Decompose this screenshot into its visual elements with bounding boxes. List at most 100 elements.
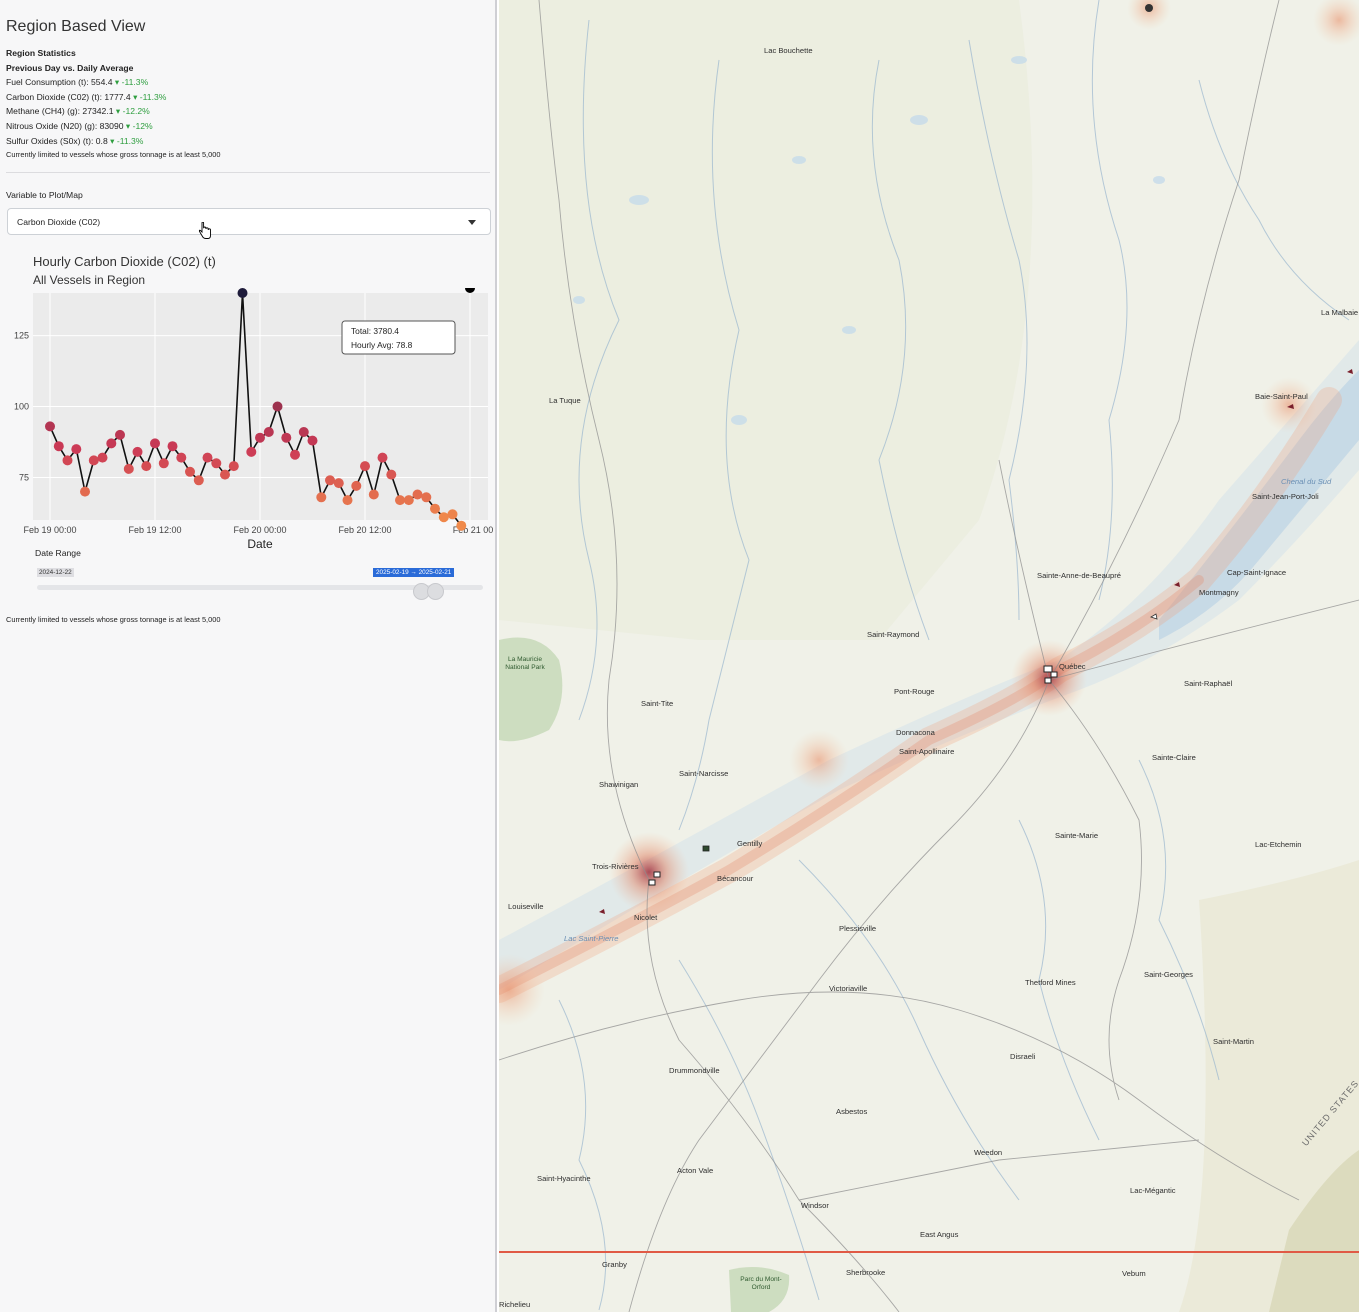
stat-row: Sulfur Oxides (S0x) (t): 0.8 ▾ -11.3% xyxy=(6,134,220,149)
x-tick-label: Feb 19 00:00 xyxy=(23,525,76,535)
chart-tooltip: Total: 3780.4 Hourly Avg: 78.8 xyxy=(341,320,456,355)
map-label-lac-etchemin: Lac-Etchemin xyxy=(1255,840,1302,849)
map-label-saint-apollinaire: Saint-Apollinaire xyxy=(899,747,955,756)
data-point[interactable] xyxy=(281,432,292,443)
data-point[interactable] xyxy=(106,438,117,449)
map-label-saint-georges: Saint-Georges xyxy=(1144,970,1193,979)
stats-subheading: Previous Day vs. Daily Average xyxy=(6,62,134,73)
data-point[interactable] xyxy=(298,427,309,437)
data-point[interactable] xyxy=(237,288,248,298)
map-label-saint-jean-port-joli: Saint-Jean-Port-Joli xyxy=(1252,492,1319,501)
map-label-saint-tite: Saint-Tite xyxy=(641,699,674,708)
map-label-nicolet: Nicolet xyxy=(634,913,658,922)
data-point[interactable] xyxy=(263,427,274,437)
map-label-disraeli: Disraeli xyxy=(1010,1052,1036,1061)
data-point[interactable] xyxy=(438,512,449,523)
data-point[interactable] xyxy=(456,520,467,531)
y-tick-label: 125 xyxy=(14,331,29,341)
stat-label: Methane (CH4) (g): 27342.1 xyxy=(6,106,114,117)
data-point[interactable] xyxy=(307,435,318,446)
chart-title: Hourly Carbon Dioxide (C02) (t) xyxy=(33,254,216,269)
variable-select-value: Carbon Dioxide (C02) xyxy=(17,217,101,227)
data-point[interactable] xyxy=(228,461,239,472)
map-label-thetford-mines: Thetford Mines xyxy=(1025,978,1076,987)
data-point[interactable] xyxy=(132,446,143,457)
data-point[interactable] xyxy=(220,469,230,480)
map-canvas xyxy=(499,0,1359,1312)
data-point[interactable] xyxy=(193,475,204,486)
data-point[interactable] xyxy=(421,492,432,503)
map-label-plessisville: Plessisville xyxy=(839,924,877,933)
sidebar-panel: Region Based View Region Statistics Prev… xyxy=(0,0,497,1312)
data-point[interactable] xyxy=(158,458,169,469)
variable-label: Variable to Plot/Map xyxy=(6,190,83,200)
data-point[interactable] xyxy=(246,446,257,457)
data-point[interactable] xyxy=(403,495,414,506)
date-range-min: 2024-12-22 xyxy=(37,568,74,577)
data-point[interactable] xyxy=(53,441,64,452)
data-point[interactable] xyxy=(88,455,99,466)
data-point[interactable] xyxy=(80,486,90,497)
variable-select[interactable]: Carbon Dioxide (C02) xyxy=(7,208,491,235)
x-axis-ticks: Feb 19 00:00 Feb 19 12:00 Feb 20 00:00 Feb … xyxy=(23,525,493,535)
data-point[interactable] xyxy=(377,452,388,463)
hourly-emissions-chart: 75 100 125 Feb 19 00:00 Feb 19 12:00 Feb 20 … xyxy=(14,288,493,550)
data-point[interactable] xyxy=(430,503,440,514)
data-point[interactable] xyxy=(447,509,458,520)
data-point[interactable] xyxy=(395,495,405,506)
footer-note: Currently limited to vessels whose gross… xyxy=(6,615,221,624)
data-point[interactable] xyxy=(333,478,344,489)
data-point[interactable] xyxy=(342,495,353,506)
map-label-drummondville: Drummondville xyxy=(669,1066,720,1075)
data-point[interactable] xyxy=(255,432,265,443)
data-point[interactable] xyxy=(62,455,73,466)
stat-label: Sulfur Oxides (S0x) (t): 0.8 xyxy=(6,135,108,146)
data-point[interactable] xyxy=(97,452,108,463)
date-range-label: Date Range xyxy=(35,548,81,558)
map-label-saint-raymond: Saint-Raymond xyxy=(867,630,920,639)
data-point[interactable] xyxy=(150,438,160,449)
stat-row: Methane (CH4) (g): 27342.1 ▾ -12.2% xyxy=(6,104,220,119)
stat-label: Nitrous Oxide (N20) (g): 83090 xyxy=(6,120,124,131)
data-point[interactable] xyxy=(412,489,423,500)
tooltip-total: Total: 3780.4 xyxy=(351,326,399,336)
map-label-richelieu: Richelieu xyxy=(499,1300,531,1309)
map-label-sainte-anne-de-beaupre: Sainte-Anne-de-Beaupré xyxy=(1037,571,1122,580)
data-point[interactable] xyxy=(351,480,362,491)
map-label-weedon: Weedon xyxy=(974,1148,1003,1157)
data-point[interactable] xyxy=(115,429,125,440)
map-label-vebum: Vebum xyxy=(1122,1269,1146,1278)
map-label-la-tuque: La Tuque xyxy=(549,396,581,405)
data-point[interactable] xyxy=(141,461,152,472)
down-arrow-icon: ▾ xyxy=(110,135,115,146)
data-point[interactable] xyxy=(272,401,283,412)
map-label-lac-me-gantic: Lac-Mégantic xyxy=(1130,1186,1176,1195)
data-point[interactable] xyxy=(71,444,82,455)
data-point[interactable] xyxy=(211,458,222,469)
data-point[interactable] xyxy=(360,461,370,472)
data-point[interactable] xyxy=(325,475,335,486)
data-point[interactable] xyxy=(465,288,475,293)
map-label-windsor: Windsor xyxy=(801,1201,829,1210)
data-point[interactable] xyxy=(386,469,397,480)
map-label-donnacona: Donnacona xyxy=(896,728,935,737)
slider-handle-end[interactable] xyxy=(427,583,444,600)
map-label-montmagny: Montmagny xyxy=(1199,588,1239,597)
stat-change: -11.3% xyxy=(121,77,149,88)
data-point[interactable] xyxy=(45,421,55,432)
map-label-east-angus: East Angus xyxy=(920,1230,959,1239)
stat-change: -11.3% xyxy=(139,91,167,102)
data-point[interactable] xyxy=(176,452,187,463)
map-label-pont-rouge: Pont-Rouge xyxy=(894,687,935,696)
data-point[interactable] xyxy=(185,466,195,477)
data-point[interactable] xyxy=(316,492,327,503)
map-label-la-malbaie: La Malbaie xyxy=(1321,308,1359,317)
data-point[interactable] xyxy=(290,449,300,460)
down-arrow-icon: ▾ xyxy=(114,77,120,88)
data-point[interactable] xyxy=(202,452,213,463)
emissions-map[interactable]: Lac Bouchette La Tuque Baie-Saint-Paul La M… xyxy=(499,0,1359,1312)
map-label-sherbrooke: Sherbrooke xyxy=(846,1268,886,1277)
data-point[interactable] xyxy=(123,463,134,474)
data-point[interactable] xyxy=(368,489,379,500)
data-point[interactable] xyxy=(167,441,178,452)
